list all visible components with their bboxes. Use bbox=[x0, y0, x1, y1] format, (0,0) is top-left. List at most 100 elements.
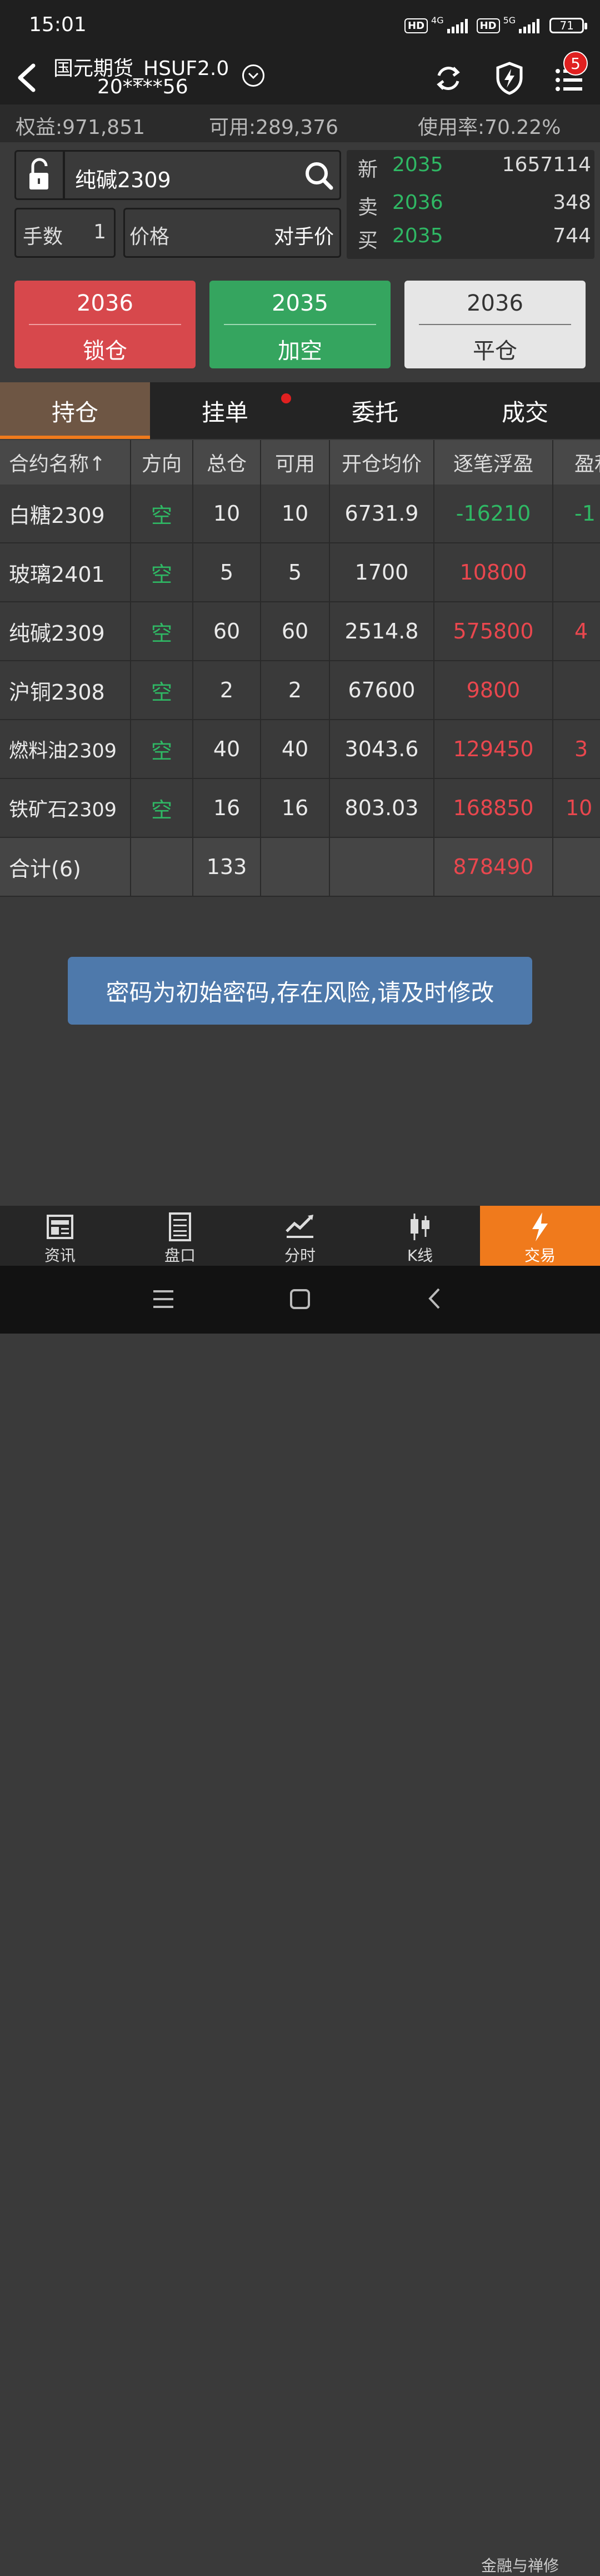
row-total: 5 bbox=[193, 543, 261, 601]
table-row[interactable]: 玻璃2401 空 5 5 1700 10800 bbox=[0, 543, 600, 602]
quantity-field[interactable]: 手数 1 bbox=[14, 208, 116, 258]
quote-last-label: 新 bbox=[358, 158, 378, 181]
hd-icon: HD bbox=[404, 18, 428, 33]
total-direction bbox=[131, 838, 193, 896]
candlestick-icon bbox=[411, 1214, 429, 1240]
tab-positions[interactable]: 持仓 bbox=[0, 382, 150, 439]
row-pnl: -1 bbox=[574, 501, 596, 526]
instrument-input[interactable]: 纯碱2309 bbox=[63, 150, 341, 200]
notification-badge[interactable]: 5 bbox=[563, 51, 588, 76]
nav-trade-label: 交易 bbox=[524, 1246, 556, 1265]
back-icon[interactable] bbox=[423, 1286, 446, 1311]
tab-orders[interactable]: 委托 bbox=[300, 382, 450, 439]
nav-news[interactable]: 资讯 bbox=[0, 1206, 120, 1266]
row-pnl bbox=[553, 661, 600, 719]
pending-dot-badge bbox=[281, 393, 291, 403]
lock-price: 2036 bbox=[77, 291, 133, 316]
tab-pending[interactable]: 挂单 bbox=[150, 382, 300, 439]
account-summary: 权益:971,851 可用:289,376 使用率:70.22% bbox=[0, 104, 600, 142]
row-available: 16 bbox=[261, 779, 330, 837]
row-float-pnl: 129450 bbox=[434, 720, 553, 778]
row-available: 60 bbox=[261, 602, 330, 660]
lock-toggle[interactable] bbox=[14, 150, 64, 200]
line-chart-icon bbox=[286, 1215, 313, 1238]
menu-icon[interactable] bbox=[150, 1287, 178, 1311]
add-short-price: 2035 bbox=[272, 291, 328, 316]
quote-ask-price: 2036 bbox=[392, 191, 443, 214]
quote-last-volume: 1657114 bbox=[502, 153, 591, 176]
tab-trades[interactable]: 成交 bbox=[450, 382, 600, 439]
price-label: 价格 bbox=[129, 226, 170, 248]
price-field[interactable]: 价格 对手价 bbox=[123, 208, 341, 258]
row-available: 10 bbox=[261, 485, 330, 542]
divider bbox=[29, 324, 181, 325]
table-row[interactable]: 沪铜2308 空 2 2 67600 9800 bbox=[0, 661, 600, 720]
row-direction: 空 bbox=[131, 720, 193, 778]
watermark: 金融与禅修 bbox=[481, 2557, 559, 2575]
table-row[interactable]: 白糖2309 空 10 10 6731.9 -16210 -1 bbox=[0, 485, 600, 543]
table-total-row: 合计(6) 133 878490 bbox=[0, 838, 600, 897]
col-direction-header[interactable]: 方向 bbox=[131, 440, 193, 485]
add-short-button[interactable]: 2035 加空 bbox=[209, 281, 391, 368]
row-name: 沪铜2308 bbox=[0, 661, 131, 719]
row-float-pnl: 168850 bbox=[434, 779, 553, 837]
price-type: 对手价 bbox=[273, 226, 334, 248]
table-row[interactable]: 铁矿石2309 空 16 16 803.03 168850 10 bbox=[0, 779, 600, 838]
nav-intraday[interactable]: 分时 bbox=[240, 1206, 360, 1266]
nav-trade[interactable]: 交易 bbox=[480, 1206, 600, 1266]
row-direction: 空 bbox=[131, 602, 193, 660]
row-pnl bbox=[553, 543, 600, 601]
hd-icon-2: HD bbox=[476, 18, 500, 33]
row-avg-price: 803.03 bbox=[330, 779, 434, 837]
account-id[interactable]: 20****56 bbox=[97, 76, 188, 98]
nav-kline[interactable]: K线 bbox=[360, 1206, 480, 1266]
close-label: 平仓 bbox=[473, 338, 517, 364]
unlock-icon bbox=[29, 158, 48, 189]
refresh-icon[interactable] bbox=[429, 59, 468, 98]
newspaper-icon bbox=[47, 1215, 73, 1239]
row-pnl: 4 bbox=[574, 619, 588, 643]
col-float-pnl-header[interactable]: 逐笔浮盈 bbox=[434, 440, 553, 485]
divider bbox=[224, 324, 376, 325]
row-pnl: 3 bbox=[574, 737, 588, 761]
col-name-header[interactable]: 合约名称↑ bbox=[0, 440, 131, 485]
chevron-down-icon[interactable] bbox=[242, 64, 264, 87]
row-name: 纯碱2309 bbox=[0, 602, 131, 660]
row-float-pnl: 10800 bbox=[434, 543, 553, 601]
close-position-button[interactable]: 2036 平仓 bbox=[404, 281, 586, 368]
signal-bars-icon-2 bbox=[519, 18, 540, 33]
row-direction: 空 bbox=[131, 485, 193, 542]
back-arrow-icon[interactable] bbox=[12, 61, 43, 94]
password-warning-toast: 密码为初始密码,存在风险,请及时修改 bbox=[68, 957, 532, 1025]
table-row[interactable]: 纯碱2309 空 60 60 2514.8 575800 4 bbox=[0, 602, 600, 661]
search-icon[interactable] bbox=[300, 157, 339, 193]
quote-bid-label: 买 bbox=[358, 229, 378, 252]
equity-text: 权益:971,851 bbox=[16, 116, 145, 139]
row-available: 40 bbox=[261, 720, 330, 778]
row-name: 白糖2309 bbox=[0, 485, 131, 542]
col-total-header[interactable]: 总仓 bbox=[193, 440, 261, 485]
tab-bar: 持仓 挂单 委托 成交 bbox=[0, 382, 600, 439]
home-icon[interactable] bbox=[287, 1287, 313, 1311]
row-float-pnl: 575800 bbox=[434, 602, 553, 660]
nav-kline-label: K线 bbox=[407, 1246, 433, 1265]
net-type-2: 5G bbox=[503, 14, 516, 26]
col-avg-price-header[interactable]: 开仓均价 bbox=[330, 440, 434, 485]
available-text: 可用:289,376 bbox=[209, 116, 338, 139]
row-total: 2 bbox=[193, 661, 261, 719]
total-avg bbox=[330, 838, 434, 896]
quote-ask-label: 卖 bbox=[358, 196, 378, 219]
row-pnl: 10 bbox=[566, 796, 593, 820]
col-available-header[interactable]: 可用 bbox=[261, 440, 330, 485]
row-total: 16 bbox=[193, 779, 261, 837]
row-direction: 空 bbox=[131, 661, 193, 719]
quote-last-row: 新 2035 1657114 bbox=[358, 153, 591, 184]
row-name: 玻璃2401 bbox=[0, 543, 131, 601]
row-available: 2 bbox=[261, 661, 330, 719]
shield-lightning-icon[interactable] bbox=[490, 59, 529, 98]
col-pnl-header[interactable]: 盈利 bbox=[553, 440, 600, 485]
table-row[interactable]: 燃料油2309 空 40 40 3043.6 129450 3 bbox=[0, 720, 600, 779]
lock-position-button[interactable]: 2036 锁仓 bbox=[14, 281, 196, 368]
quote-bid-volume: 744 bbox=[553, 224, 591, 247]
nav-orderbook[interactable]: 盘口 bbox=[120, 1206, 240, 1266]
